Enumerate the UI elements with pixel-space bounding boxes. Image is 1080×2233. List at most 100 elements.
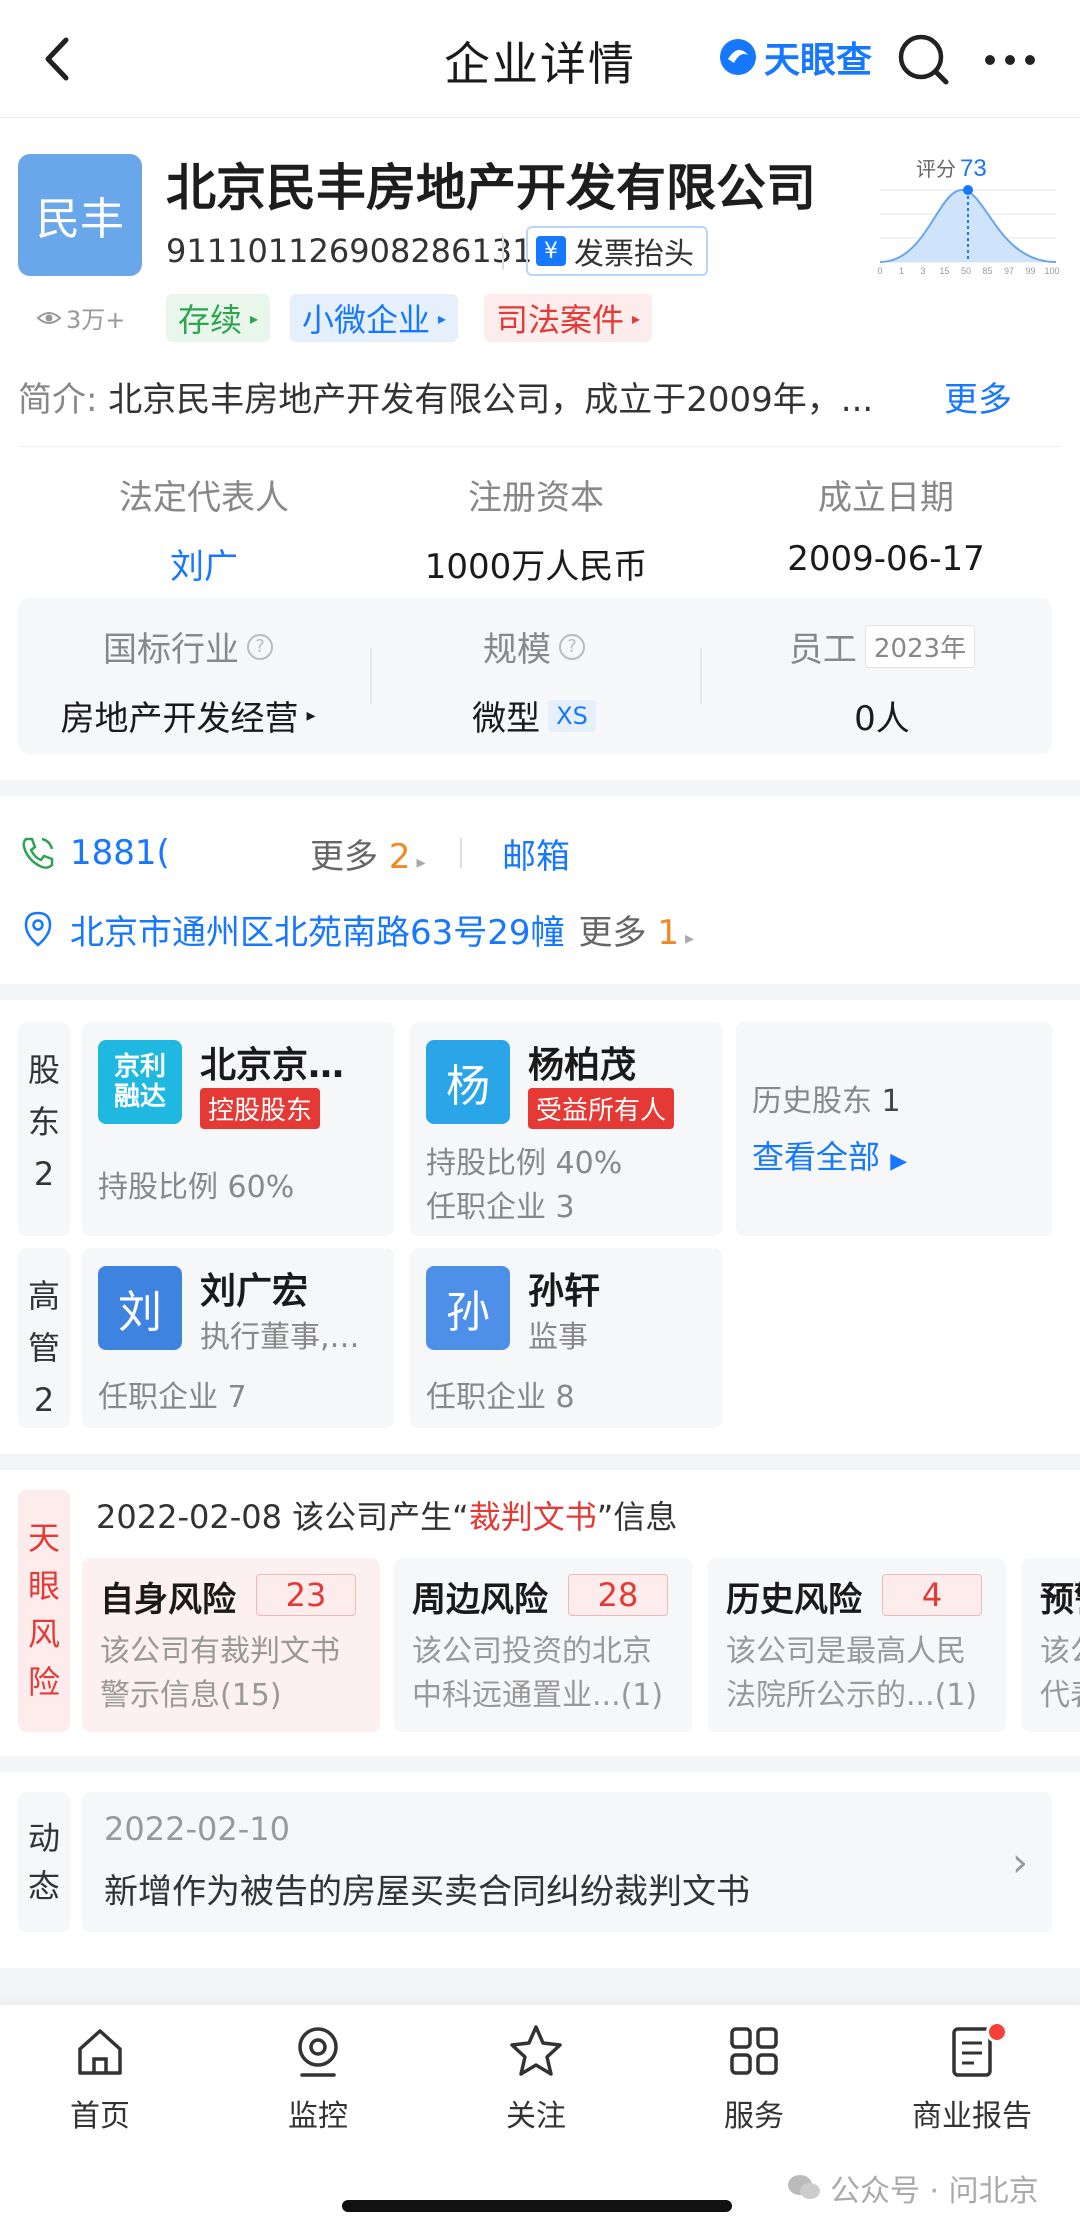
risk-card-history[interactable]: 历史风险 4 该公司是最高人民 法院所公示的...(1) bbox=[708, 1558, 1006, 1732]
staff-value: 0人 bbox=[854, 699, 910, 739]
nav-label: 首页 bbox=[70, 2099, 130, 2134]
registered-capital: 注册资本 1000万人民币 bbox=[366, 470, 706, 588]
count: 2 bbox=[33, 1381, 55, 1419]
risk-desc-line: 代表 bbox=[1040, 1678, 1080, 1713]
score-label: 评分 bbox=[916, 158, 956, 181]
risk-desc-line: 该公司投资的北京 bbox=[412, 1634, 652, 1669]
nav-follow[interactable]: 关注 bbox=[456, 2021, 616, 2135]
company-intro: 简介: 北京民丰房地产开发有限公司，成立于2009年，... 更多 bbox=[18, 372, 1058, 421]
triangle-right-icon: ▸ bbox=[684, 927, 695, 949]
score-tick-label: 0 bbox=[877, 266, 882, 276]
shareholders-label[interactable]: 股东 2 bbox=[18, 1022, 70, 1236]
legal-rep-name[interactable]: 刘广 bbox=[34, 539, 374, 588]
executive-card[interactable]: 孙 孙轩 监事 任职企业 8 bbox=[410, 1248, 722, 1428]
status-tag-active[interactable]: 存续 ▸ bbox=[166, 294, 271, 342]
risk-card-surrounding[interactable]: 周边风险 28 该公司投资的北京 中科远通置业...(1) bbox=[394, 1558, 692, 1732]
phone-more-link[interactable]: 更多 2 ▸ bbox=[310, 829, 426, 878]
shareholder-card[interactable]: 京利融达 北京京… 控股股东 持股比例 60% bbox=[82, 1022, 394, 1236]
score-tick-label: 100 bbox=[1044, 266, 1059, 276]
nav-label: 服务 bbox=[724, 2099, 784, 2134]
nav-home[interactable]: 首页 bbox=[20, 2021, 180, 2135]
divider bbox=[18, 446, 1062, 447]
risk-card-warning[interactable]: 预警 该公代表 bbox=[1022, 1558, 1080, 1732]
brand-logo: 天眼查 bbox=[718, 32, 872, 82]
home-indicator[interactable] bbox=[342, 2200, 732, 2212]
address-text[interactable]: 北京市通州区北苑南路63号29幢 bbox=[70, 905, 565, 954]
tag-label: 存续 bbox=[178, 301, 243, 339]
view-all-link[interactable]: 查看全部 ▶ bbox=[752, 1132, 907, 1178]
executive-card[interactable]: 刘 刘广宏 执行董事,… 任职企业 7 bbox=[82, 1248, 394, 1428]
company-logo: 民丰 bbox=[18, 154, 142, 276]
monitor-camera-icon bbox=[298, 2027, 338, 2077]
risk-desc-line: 法院所公示的...(1) bbox=[726, 1678, 978, 1713]
scale-value: 微型 bbox=[472, 699, 541, 739]
section-gap bbox=[0, 780, 1080, 796]
chevron-right-icon: › bbox=[1012, 1840, 1028, 1886]
search-button[interactable] bbox=[894, 30, 954, 94]
score-value: 73 bbox=[960, 155, 987, 182]
nav-label: 商业报告 bbox=[912, 2099, 1032, 2134]
nav-label: 关注 bbox=[506, 2099, 566, 2134]
industry-panel: 国标行业? 房地产开发经营 ▸ 规模? 微型 XS 员工 2023年 0人 bbox=[18, 598, 1052, 754]
tag-judicial-cases[interactable]: 司法案件 ▸ bbox=[484, 294, 653, 342]
industry[interactable]: 国标行业? 房地产开发经营 ▸ bbox=[18, 622, 358, 740]
more-count: 2 bbox=[388, 836, 411, 877]
nav-services[interactable]: 服务 bbox=[674, 2021, 834, 2135]
history-label: 历史股东 bbox=[752, 1084, 872, 1119]
news-label[interactable]: 动态 bbox=[18, 1792, 70, 1932]
shareholder-card[interactable]: 杨 杨柏茂 受益所有人 持股比例 40% 任职企业 3 bbox=[410, 1022, 722, 1236]
risk-desc-line: 中科远通置业...(1) bbox=[412, 1678, 664, 1713]
risk-title: 历史风险 bbox=[726, 1580, 862, 1620]
avatar: 京利融达 bbox=[98, 1040, 182, 1124]
news-text: 新增作为被告的房屋买卖合同纠纷裁判文书 bbox=[104, 1872, 750, 1912]
positions-count: 任职企业 3 bbox=[426, 1190, 575, 1225]
count: 2 bbox=[33, 1155, 55, 1193]
executives-label[interactable]: 高管 2 bbox=[18, 1248, 70, 1428]
risk-card-self[interactable]: 自身风险 23 该公司有裁判文书 警示信息(15) bbox=[82, 1558, 380, 1732]
risk-desc: 该公司有裁判文书 警示信息(15) bbox=[100, 1630, 340, 1718]
capital-label: 注册资本 bbox=[468, 478, 604, 518]
risk-desc: 该公代表 bbox=[1040, 1630, 1080, 1718]
invoice-title-button[interactable]: ¥ 发票抬头 bbox=[526, 226, 708, 276]
industry-label: 国标行业 bbox=[103, 630, 239, 670]
tag-small-enterprise[interactable]: 小微企业 ▸ bbox=[290, 294, 459, 342]
address-more-link[interactable]: 更多 1 ▸ bbox=[579, 905, 695, 954]
risk-label[interactable]: 天眼风险 bbox=[18, 1490, 70, 1732]
invoice-label: 发票抬头 bbox=[574, 237, 694, 272]
legal-rep-label: 法定代表人 bbox=[119, 478, 289, 518]
executive-name: 孙轩 bbox=[528, 1271, 601, 1312]
score-tick-label: 3 bbox=[920, 266, 925, 276]
nav-business-report[interactable]: 商业报告 bbox=[892, 2021, 1052, 2135]
risk-desc-line: 该公司有裁判文书 bbox=[100, 1634, 340, 1669]
nav-monitor[interactable]: 监控 bbox=[238, 2021, 398, 2135]
scale: 规模? 微型 XS bbox=[364, 622, 704, 740]
help-icon[interactable]: ? bbox=[247, 633, 273, 660]
section-gap bbox=[0, 1454, 1080, 1470]
company-name[interactable]: 北京民丰房地产开发有限公司 bbox=[166, 148, 816, 220]
intro-more-link[interactable]: 更多 bbox=[944, 372, 1012, 421]
headline-highlight: 裁判文书 bbox=[468, 1498, 597, 1536]
email-link[interactable]: 邮箱 bbox=[502, 829, 570, 878]
score-widget[interactable]: 评分 73 0 1 3 15 50 85 97 99 100 bbox=[876, 150, 1060, 280]
risk-desc: 该公司投资的北京 中科远通置业...(1) bbox=[412, 1630, 663, 1718]
score-distribution-chart: 评分 73 0 1 3 15 50 85 97 99 100 bbox=[877, 155, 1059, 276]
founded-value: 2009-06-17 bbox=[787, 539, 985, 579]
history-count: 1 bbox=[881, 1084, 901, 1119]
history-shareholders-card[interactable]: 历史股东 1 查看全部 ▶ bbox=[736, 1022, 1052, 1236]
risk-headline[interactable]: 2022-02-08 该公司产生“裁判文书”信息 bbox=[96, 1492, 677, 1538]
risk-title: 自身风险 bbox=[100, 1580, 236, 1620]
score-tick-label: 15 bbox=[939, 266, 949, 276]
intro-text: 北京民丰房地产开发有限公司，成立于2009年，... bbox=[108, 380, 874, 420]
score-tick-label: 50 bbox=[961, 266, 971, 276]
more-menu-button[interactable] bbox=[980, 30, 1040, 94]
yuan-icon: ¥ bbox=[536, 236, 566, 266]
news-item[interactable]: 2022-02-10 新增作为被告的房屋买卖合同纠纷裁判文书 › bbox=[82, 1792, 1052, 1932]
phone-number[interactable]: 1881( bbox=[70, 833, 170, 873]
industry-value: 房地产开发经营 bbox=[60, 699, 299, 739]
staff: 员工 2023年 0人 bbox=[712, 622, 1052, 740]
positions-count: 任职企业 8 bbox=[426, 1380, 575, 1415]
credit-code[interactable]: 911101126908286131 bbox=[166, 232, 532, 270]
help-icon[interactable]: ? bbox=[559, 633, 585, 660]
avatar: 刘 bbox=[98, 1266, 182, 1350]
phone-icon bbox=[22, 837, 54, 869]
